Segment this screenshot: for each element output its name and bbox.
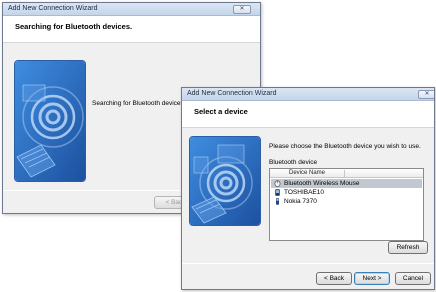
device-row-nokia-7370[interactable]: Nokia 7370 [271, 197, 422, 206]
wizard-header: Searching for Bluetooth devices. [3, 16, 260, 43]
close-button[interactable]: ✕ [233, 5, 251, 14]
instruction-text: Please choose the Bluetooth device you w… [269, 143, 421, 150]
refresh-button[interactable]: Refresh [388, 241, 428, 254]
device-name-column-header[interactable]: Device Name [270, 169, 423, 178]
search-status-text: Searching for Bluetooth devices. [92, 100, 186, 107]
device-name: TOSHIBAE10 [284, 189, 324, 196]
window-title: Add New Connection Wizard [8, 5, 98, 12]
pda-icon [275, 189, 280, 196]
bluetooth-device-label: Bluetooth device [269, 159, 318, 166]
page-title: Searching for Bluetooth devices. [15, 22, 133, 31]
wizard-header: Select a device [182, 101, 434, 128]
back-button[interactable]: < Back [316, 272, 352, 285]
title-bar[interactable]: Add New Connection Wizard ✕ [182, 88, 434, 101]
device-name: Nokia 7370 [284, 198, 317, 205]
column-divider[interactable] [344, 170, 345, 177]
window-title: Add New Connection Wizard [187, 90, 277, 97]
footer-divider [182, 263, 434, 264]
device-name: Bluetooth Wireless Mouse [284, 180, 360, 187]
device-list[interactable]: Device Name Bluetooth Wireless Mouse TOS… [269, 168, 424, 241]
cancel-button[interactable]: Cancel [395, 272, 431, 285]
next-button[interactable]: Next > [354, 272, 390, 285]
device-row-toshibae10[interactable]: TOSHIBAE10 [271, 188, 422, 197]
mouse-icon [274, 180, 281, 187]
title-bar[interactable]: Add New Connection Wizard ✕ [3, 3, 260, 16]
wizard-window-select-device: Add New Connection Wizard ✕ Select a dev… [181, 87, 435, 290]
bluetooth-wizard-illustration [189, 136, 261, 226]
page-title: Select a device [194, 107, 248, 116]
device-row-bluetooth-wireless-mouse[interactable]: Bluetooth Wireless Mouse [271, 179, 422, 188]
close-button[interactable]: ✕ [418, 90, 434, 99]
column-header-label: Device Name [289, 170, 326, 176]
phone-icon [276, 198, 279, 205]
bluetooth-wizard-illustration [14, 60, 86, 182]
